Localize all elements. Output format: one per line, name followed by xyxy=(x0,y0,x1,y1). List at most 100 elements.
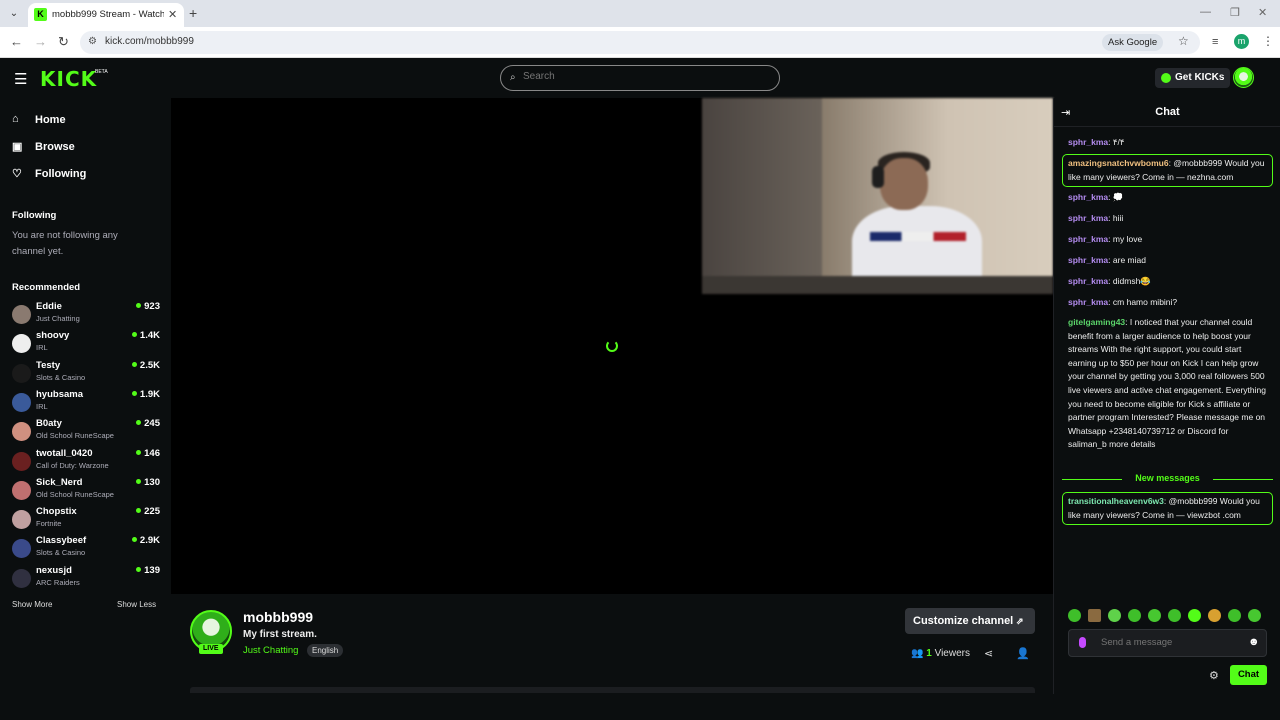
recommended-channel[interactable]: B0aty Old School RuneScape 245 xyxy=(12,418,160,444)
new-messages-divider[interactable]: New messages xyxy=(1062,473,1273,483)
beta-label: BETA xyxy=(95,69,108,75)
customize-channel-button[interactable]: Customize channel ⇗ xyxy=(905,608,1035,634)
new-tab-icon[interactable]: + xyxy=(189,5,197,21)
kick-logo[interactable]: KICK xyxy=(40,67,97,91)
channel-avatar xyxy=(12,539,31,559)
viewer-count: 146 xyxy=(136,448,160,459)
emote-icon[interactable] xyxy=(1188,609,1201,622)
channel-name: hyubsama xyxy=(36,388,83,400)
channel-category: ARC Raiders xyxy=(36,577,80,587)
sidebar: ⌂ Home ▣ Browse ♡ Following Following Yo… xyxy=(0,98,170,698)
recommended-channel[interactable]: Testy Slots & Casino 2.5K xyxy=(12,360,160,386)
emote-icon[interactable] xyxy=(1228,609,1241,622)
stream-category-link[interactable]: Just Chatting xyxy=(243,645,298,656)
emote-icon[interactable] xyxy=(1068,609,1081,622)
recommended-channel[interactable]: Eddie Just Chatting 923 xyxy=(12,301,160,327)
emote-icon[interactable] xyxy=(1148,609,1161,622)
restore-icon[interactable]: ❐ xyxy=(1230,6,1240,19)
channel-name: Testy xyxy=(36,359,61,371)
back-icon[interactable]: ← xyxy=(10,34,23,49)
chat-settings-icon[interactable]: ⚙ xyxy=(1209,669,1219,682)
url-field[interactable]: ⚙ kick.com/mobbb999 Ask Google ☆ xyxy=(80,31,1200,54)
ask-google-button[interactable]: Ask Google xyxy=(1102,34,1164,51)
channel-avatar xyxy=(12,363,31,383)
chat-text: I noticed that your channel could benefi… xyxy=(1068,317,1266,450)
video-player[interactable] xyxy=(171,98,1053,594)
microphone-icon[interactable] xyxy=(1079,637,1086,648)
tab-close-icon[interactable]: ✕ xyxy=(168,8,177,21)
scroll-edge xyxy=(190,687,1035,693)
channel-avatar xyxy=(12,422,31,442)
emoji-icon[interactable]: ☻ xyxy=(1248,636,1260,648)
chat-username[interactable]: sphr_kma xyxy=(1068,255,1108,265)
recommended-channel[interactable]: hyubsama IRL 1.9K xyxy=(12,389,160,415)
search-input[interactable] xyxy=(523,71,763,82)
search-bar[interactable]: ⌕ xyxy=(500,65,780,91)
window-close-icon[interactable]: ✕ xyxy=(1258,6,1267,19)
heart-icon: ♡ xyxy=(12,168,22,180)
emote-icon[interactable] xyxy=(1088,609,1101,622)
chat-username[interactable]: sphr_kma xyxy=(1068,213,1108,223)
tab-title: mobbb999 Stream - Watch Live xyxy=(52,9,164,20)
recommended-channel[interactable]: Chopstix Fortnite 225 xyxy=(12,506,160,532)
send-chat-button[interactable]: Chat xyxy=(1230,665,1267,685)
emote-icon[interactable] xyxy=(1248,609,1261,622)
recommended-channel[interactable]: Classybeef Slots & Casino 2.9K xyxy=(12,535,160,561)
following-empty-text: You are not following any channel yet. xyxy=(12,230,118,257)
channel-name[interactable]: mobbb999 xyxy=(243,609,313,625)
browser-menu-icon[interactable]: ⋮ xyxy=(1262,34,1274,48)
chat-username[interactable]: sphr_kma xyxy=(1068,234,1108,244)
emote-icon[interactable] xyxy=(1168,609,1181,622)
customize-label: Customize channel xyxy=(913,615,1014,627)
recommended-channel[interactable]: Sick_Nerd Old School RuneScape 130 xyxy=(12,477,160,503)
url-text[interactable]: kick.com/mobbb999 xyxy=(105,36,194,47)
viewer-count: 👥 1 Viewers xyxy=(911,648,970,659)
channel-category: Old School RuneScape xyxy=(36,489,114,499)
channel-avatar xyxy=(12,510,31,530)
browse-icon: ▣ xyxy=(12,141,23,153)
recommended-channel[interactable]: nexusjd ARC Raiders 139 xyxy=(12,565,160,591)
add-user-icon[interactable]: 👤 xyxy=(1016,647,1030,660)
show-more-link[interactable]: Show More xyxy=(12,600,52,609)
site-info-icon[interactable]: ⚙ xyxy=(88,36,97,47)
emote-icon[interactable] xyxy=(1128,609,1141,622)
get-kicks-button[interactable]: Get KICKs xyxy=(1155,68,1231,88)
channel-category: IRL xyxy=(36,401,48,411)
chat-input[interactable] xyxy=(1101,637,1241,648)
forward-icon[interactable]: → xyxy=(34,34,47,49)
chat-username[interactable]: sphr_kma xyxy=(1068,137,1108,147)
chat-username[interactable]: sphr_kma xyxy=(1068,276,1108,286)
chat-username[interactable]: sphr_kma xyxy=(1068,192,1108,202)
reload-icon[interactable]: ↻ xyxy=(58,34,69,50)
live-badge: LIVE xyxy=(199,644,223,654)
browser-tab[interactable]: K mobbb999 Stream - Watch Live ✕ xyxy=(28,3,184,27)
channel-name: B0aty xyxy=(36,418,62,430)
channel-category: IRL xyxy=(36,343,48,353)
user-avatar[interactable] xyxy=(1233,67,1254,88)
chat-username[interactable]: amazingsnatchvwbomu6 xyxy=(1068,158,1169,168)
browser-tab-bar: ⌄ K mobbb999 Stream - Watch Live ✕ + — ❐… xyxy=(0,0,1280,27)
extensions-icon[interactable]: ≡ xyxy=(1212,36,1218,48)
chat-username[interactable]: sphr_kma xyxy=(1068,297,1108,307)
emote-icon[interactable] xyxy=(1208,609,1221,622)
bookmark-star-icon[interactable]: ☆ xyxy=(1178,34,1189,48)
tab-list-icon[interactable]: ⌄ xyxy=(6,6,22,22)
chat-username[interactable]: transitionalheavenv6w3 xyxy=(1068,496,1164,506)
chat-panel: ⇥ Chat sphr_kma: ۴/۴ amazingsnatchvwbomu6… xyxy=(1053,98,1280,694)
channel-name: Sick_Nerd xyxy=(36,476,83,488)
recommended-channel[interactable]: shoovy IRL 1.4K xyxy=(12,330,160,356)
channel-name: Classybeef xyxy=(36,535,87,547)
share-icon[interactable]: ⋖ xyxy=(984,647,993,660)
chat-input-box[interactable]: ☻ xyxy=(1068,629,1267,657)
site-header: ☰ KICK BETA ⌕ Get KICKs xyxy=(0,58,1280,98)
channel-avatar xyxy=(12,392,31,412)
viewer-count: 923 xyxy=(136,301,160,312)
hamburger-menu-icon[interactable]: ☰ xyxy=(14,70,27,88)
show-less-link[interactable]: Show Less xyxy=(117,600,156,609)
minimize-icon[interactable]: — xyxy=(1200,6,1211,18)
recommended-channel[interactable]: twotall_0420 Call of Duty: Warzone 146 xyxy=(12,448,160,474)
chat-username[interactable]: gitelgaming43 xyxy=(1068,317,1125,327)
emote-icon[interactable] xyxy=(1108,609,1121,622)
profile-avatar[interactable]: m xyxy=(1234,34,1249,49)
language-tag[interactable]: English xyxy=(307,644,344,657)
